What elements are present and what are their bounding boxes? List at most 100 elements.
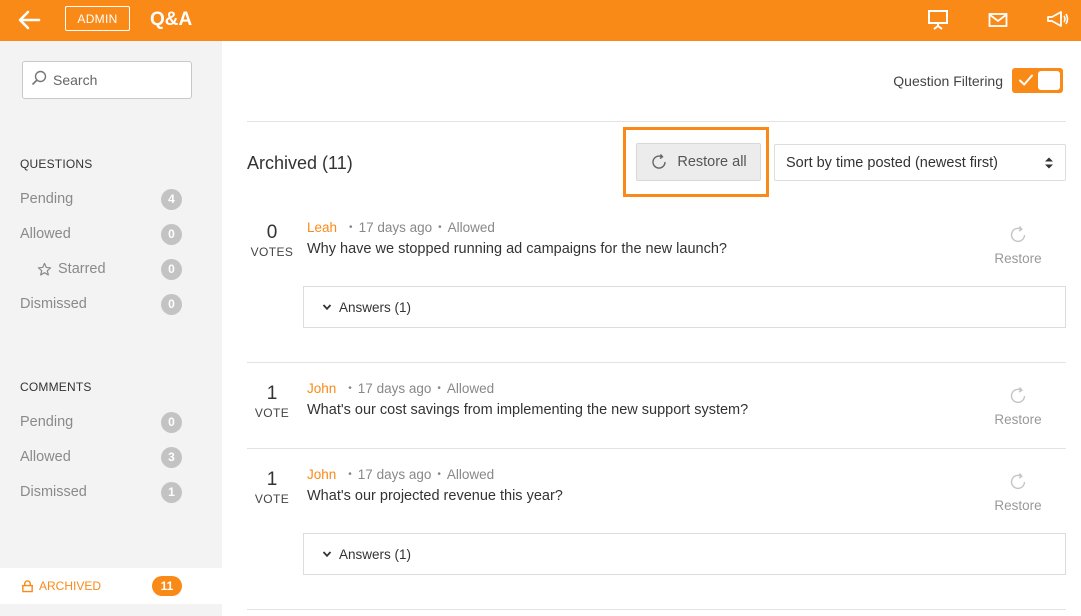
toggle-knob: [1038, 71, 1060, 90]
question-text: What's our projected revenue this year?: [307, 488, 563, 504]
presentation-icon[interactable]: [926, 8, 950, 32]
question-time: 17 days ago: [357, 467, 432, 482]
vote-number: 1: [266, 383, 278, 404]
sidebar: QUESTIONS Pending 4 Allowed 0 Starred 0 …: [0, 41, 222, 616]
sidebar-item-label: ARCHIVED: [39, 579, 102, 593]
question-time: 17 days ago: [358, 220, 433, 235]
vote-count: 1 VOTE: [247, 469, 297, 507]
answers-toggle[interactable]: Answers (1): [303, 533, 1066, 575]
question-filtering: Question Filtering: [893, 68, 1063, 93]
count-badge: 3: [161, 446, 182, 468]
admin-badge[interactable]: ADMIN: [65, 6, 130, 31]
count-badge: 0: [161, 293, 182, 315]
vote-label: VOTES: [250, 245, 294, 259]
sidebar-item-label: Starred: [58, 261, 106, 277]
restore-button[interactable]: Restore: [990, 472, 1046, 513]
search-box[interactable]: [22, 61, 192, 99]
comments-heading: COMMENTS: [20, 380, 92, 394]
question-author[interactable]: Leah: [307, 220, 337, 235]
sort-arrows-icon: [1044, 156, 1054, 174]
divider: [247, 362, 1066, 363]
separator-dot: •: [437, 383, 441, 394]
sidebar-item-label: Dismissed: [20, 296, 87, 312]
separator-dot: •: [348, 383, 352, 394]
restore-label: Restore: [994, 251, 1042, 266]
question-status: Allowed: [446, 467, 495, 482]
restore-label: Restore: [994, 412, 1042, 427]
back-arrow-icon[interactable]: [15, 6, 43, 34]
sidebar-item-questions-starred[interactable]: Starred 0: [20, 258, 185, 280]
vote-label: VOTE: [254, 406, 290, 420]
vote-number: 0: [266, 222, 278, 243]
count-badge: 0: [161, 223, 182, 245]
question-meta: John • 17 days ago • Allowed: [307, 381, 494, 396]
search-input[interactable]: [53, 72, 183, 88]
page-title: Archived (11): [247, 153, 353, 173]
answers-label: Answers (1): [339, 546, 412, 562]
sort-select-value: Sort by time posted (newest first): [786, 154, 998, 171]
question-filtering-toggle[interactable]: [1012, 68, 1063, 93]
separator-dot: •: [349, 222, 353, 233]
question-status: Allowed: [446, 381, 495, 396]
sidebar-item-questions-allowed[interactable]: Allowed 0: [20, 223, 185, 245]
questions-heading: QUESTIONS: [20, 157, 93, 171]
question-text: Why have we stopped running ad campaigns…: [307, 241, 727, 257]
sidebar-item-comments-allowed[interactable]: Allowed 3: [20, 446, 185, 468]
restore-all-label: Restore all: [677, 154, 747, 170]
restore-button[interactable]: Restore: [990, 225, 1046, 266]
question-author[interactable]: John: [307, 381, 336, 396]
app-title: Q&A: [150, 9, 193, 30]
sidebar-item-label: Pending: [20, 191, 74, 207]
divider: [247, 448, 1066, 449]
chevron-down-icon: [322, 303, 339, 311]
sidebar-item-label: Pending: [20, 414, 74, 430]
restore-icon: [990, 386, 1046, 406]
count-badge: 0: [161, 411, 182, 433]
sidebar-item-starred: Starred: [20, 261, 161, 277]
restore-button[interactable]: Restore: [990, 386, 1046, 427]
divider: [247, 609, 1066, 610]
vote-count: 1 VOTE: [247, 383, 297, 421]
count-badge: 0: [161, 258, 182, 280]
restore-all-button[interactable]: Restore all: [636, 143, 761, 181]
search-icon: [31, 70, 47, 91]
restore-label: Restore: [994, 498, 1042, 513]
separator-dot: •: [438, 222, 442, 233]
chevron-down-icon: [322, 550, 339, 558]
question-text: What's our cost savings from implementin…: [307, 402, 749, 418]
separator-dot: •: [437, 469, 441, 480]
sort-select[interactable]: Sort by time posted (newest first): [774, 144, 1066, 181]
sidebar-item-archived[interactable]: ARCHIVED 11: [0, 568, 222, 604]
answers-toggle[interactable]: Answers (1): [303, 286, 1066, 328]
sidebar-item-label: Allowed: [20, 449, 71, 465]
divider: [247, 121, 1066, 122]
megaphone-icon[interactable]: [1046, 8, 1070, 32]
question-time: 17 days ago: [357, 381, 432, 396]
vote-count: 0 VOTES: [247, 222, 297, 260]
checkmark-icon: [1017, 71, 1035, 94]
question-meta: John • 17 days ago • Allowed: [307, 467, 494, 482]
sidebar-item-questions-pending[interactable]: Pending 4: [20, 188, 185, 210]
sidebar-item-comments-dismissed[interactable]: Dismissed 1: [20, 481, 185, 503]
sidebar-item-comments-pending[interactable]: Pending 0: [20, 411, 185, 433]
vote-label: VOTE: [254, 492, 290, 506]
question-meta: Leah • 17 days ago • Allowed: [307, 220, 495, 235]
sidebar-item-label: Allowed: [20, 226, 71, 242]
separator-dot: •: [348, 469, 352, 480]
top-bar: ADMIN Q&A: [0, 0, 1081, 41]
restore-icon: [990, 472, 1046, 492]
question-author[interactable]: John: [307, 467, 336, 482]
question-status: Allowed: [447, 220, 495, 235]
count-badge: 4: [161, 188, 182, 210]
archive-icon: [21, 579, 34, 593]
question-filtering-label: Question Filtering: [893, 72, 1003, 89]
count-badge: 11: [152, 576, 182, 596]
envelope-icon[interactable]: [986, 8, 1010, 32]
count-badge: 1: [161, 481, 182, 503]
answers-label: Answers (1): [339, 299, 412, 315]
sidebar-item-label: Dismissed: [20, 484, 87, 500]
vote-number: 1: [266, 469, 278, 490]
star-icon: [37, 262, 52, 277]
restore-icon: [650, 153, 677, 171]
sidebar-item-questions-dismissed[interactable]: Dismissed 0: [20, 293, 185, 315]
